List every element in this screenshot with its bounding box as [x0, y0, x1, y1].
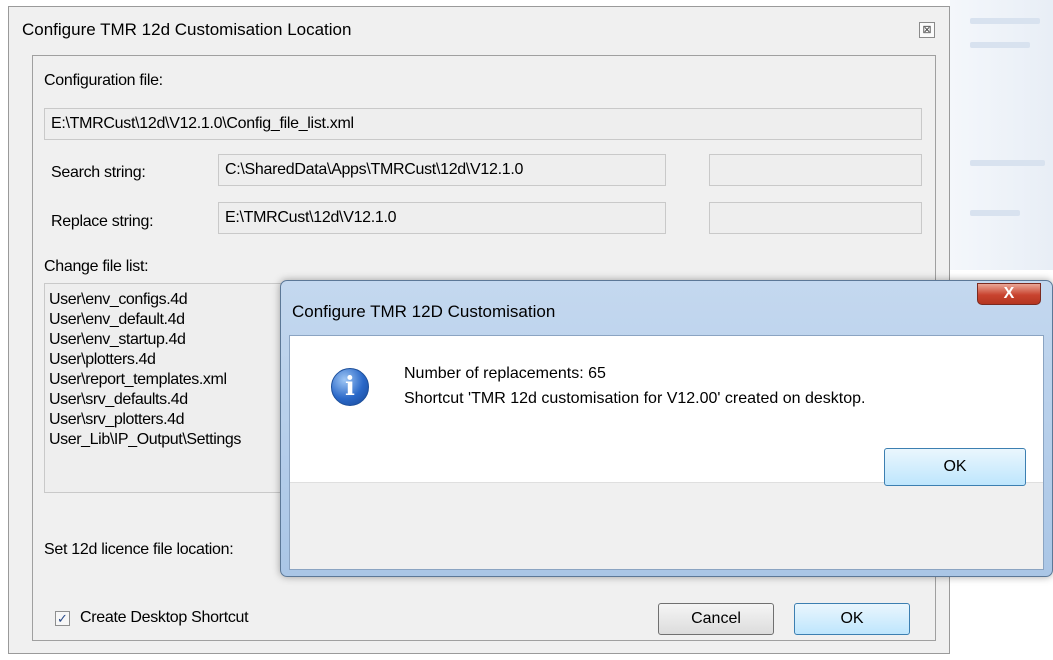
replace-string-extra-field[interactable]	[709, 202, 922, 234]
search-string-label: Search string:	[51, 164, 146, 181]
background-document	[950, 0, 1053, 270]
message-box: Configure TMR 12D Customisation X i Numb…	[280, 280, 1053, 577]
replace-string-field[interactable]: E:\TMRCust\12d\V12.1.0	[218, 202, 666, 234]
change-file-list-label: Change file list:	[44, 258, 149, 275]
replace-string-label: Replace string:	[51, 213, 154, 230]
message-box-footer	[290, 482, 1043, 569]
create-shortcut-checkbox[interactable]: ✓	[55, 611, 70, 626]
config-file-field[interactable]: E:\TMRCust\12d\V12.1.0\Config_file_list.…	[44, 108, 922, 140]
info-icon: i	[331, 368, 369, 406]
dialog-title: Configure TMR 12d Customisation Location	[22, 20, 352, 39]
replacements-message: Number of replacements: 65	[404, 365, 606, 382]
close-icon[interactable]: X	[977, 283, 1041, 305]
cancel-button[interactable]: Cancel	[658, 603, 774, 635]
close-icon[interactable]: ⊠	[919, 22, 935, 38]
search-string-field[interactable]: C:\SharedData\Apps\TMRCust\12d\V12.1.0	[218, 154, 666, 186]
licence-location-label: Set 12d licence file location:	[44, 541, 234, 558]
create-shortcut-label: Create Desktop Shortcut	[80, 609, 249, 626]
config-file-label: Configuration file:	[44, 72, 163, 89]
message-box-title: Configure TMR 12D Customisation	[292, 302, 556, 321]
popup-ok-button[interactable]: OK	[884, 448, 1026, 486]
search-string-extra-field[interactable]	[709, 154, 922, 186]
shortcut-message: Shortcut 'TMR 12d customisation for V12.…	[404, 390, 866, 407]
ok-button[interactable]: OK	[794, 603, 910, 635]
